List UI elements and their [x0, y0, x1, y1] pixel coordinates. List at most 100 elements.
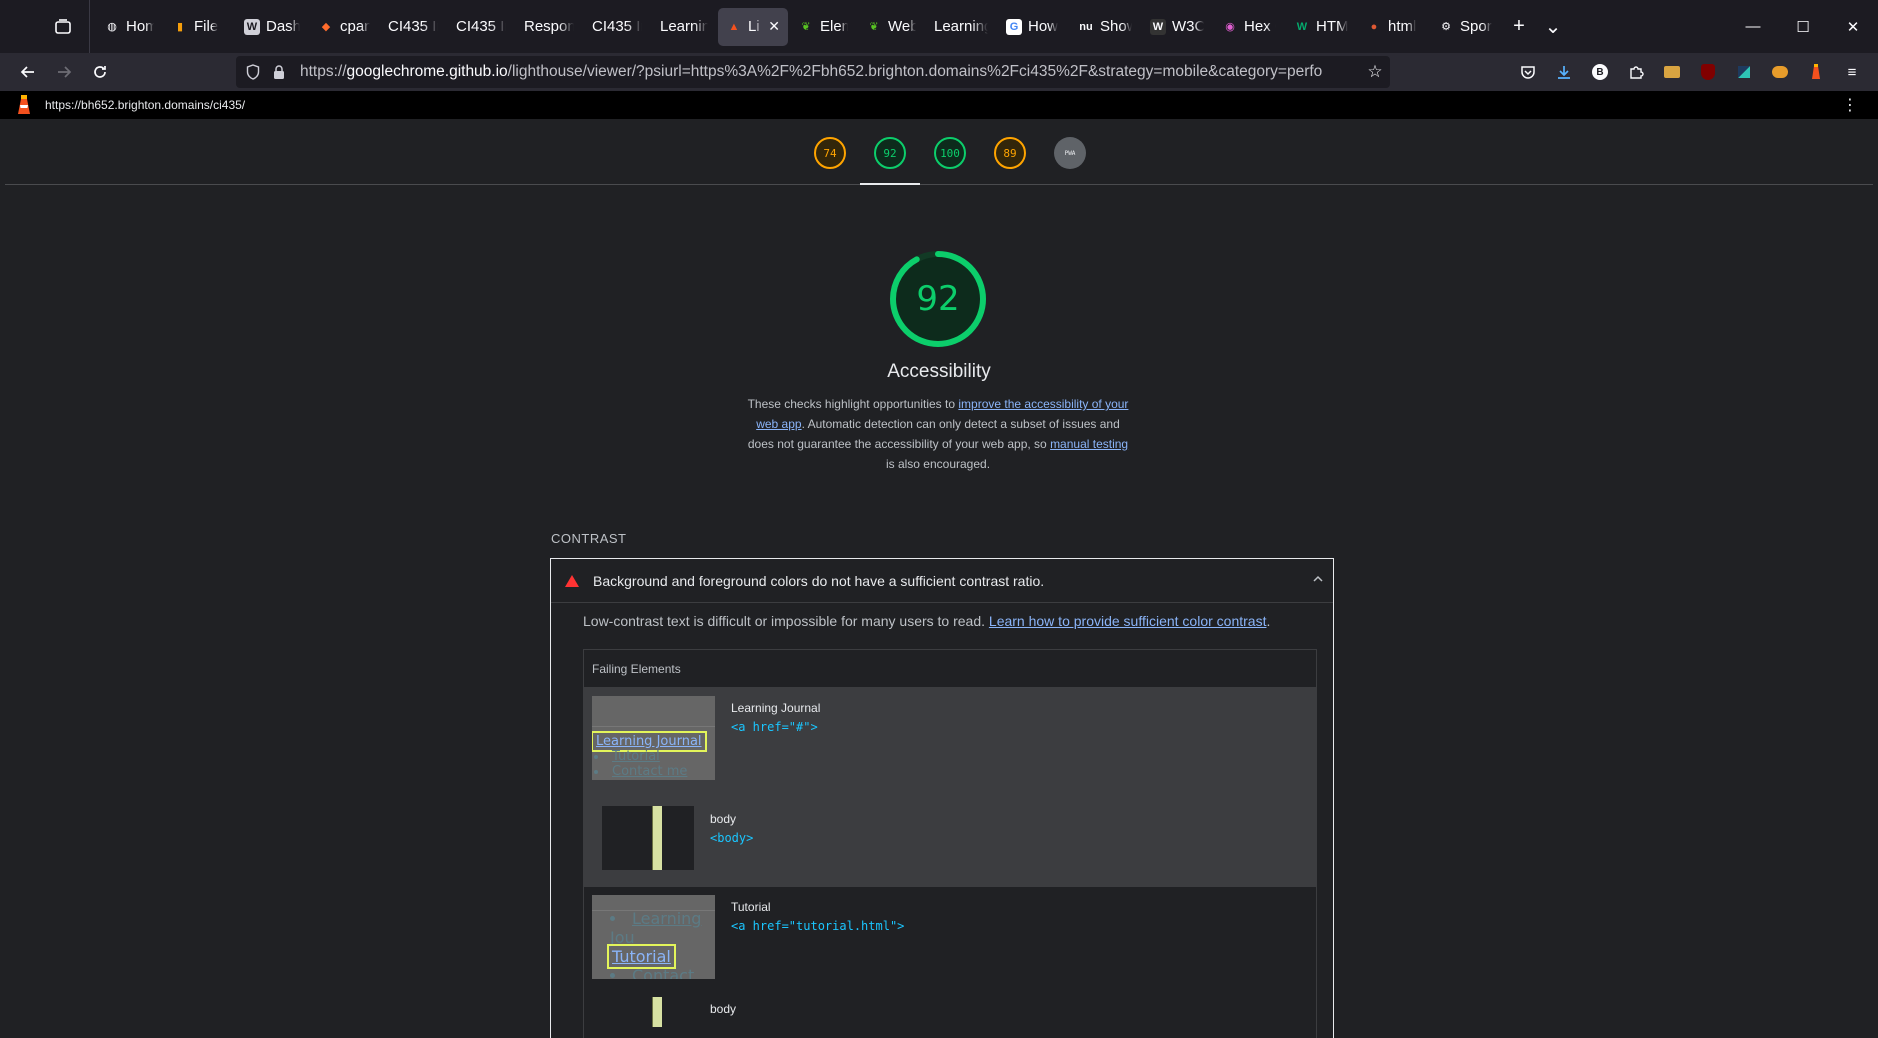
back-button[interactable]	[10, 56, 46, 88]
failing-elements-table: Failing Elements Learning Journal Tutori…	[583, 649, 1317, 1038]
tab-label: Lig	[748, 18, 760, 35]
forward-button[interactable]	[46, 56, 82, 88]
shield-icon[interactable]	[240, 64, 266, 80]
tab-11[interactable]: ❦ Web	[858, 8, 924, 46]
thumb-link: Learning Journal	[592, 731, 707, 752]
maximize-button[interactable]: ☐	[1778, 0, 1828, 53]
tab-9[interactable]: ▲ Lig ✕	[718, 7, 788, 46]
tab-label: Respons	[524, 18, 574, 35]
tab-label: Learning	[660, 18, 708, 35]
url-bar[interactable]: https://googlechrome.github.io/lighthous…	[236, 56, 1390, 88]
category-description: These checks highlight opportunities to …	[747, 397, 1129, 471]
accessibility-gauge: 92	[889, 250, 987, 348]
fail-triangle-icon	[565, 574, 579, 587]
lighthouse-ext-icon[interactable]	[1798, 56, 1834, 88]
leaf-icon: ❦	[869, 21, 879, 33]
tab-8[interactable]: Learning	[652, 8, 716, 46]
tab-label: Show	[1100, 18, 1132, 35]
tab-list: ◍ Home ▮ File W Dash ◆ cpan CI435 In CI435 In Resp…	[90, 0, 1502, 53]
manual-testing-link[interactable]: manual testing	[1050, 437, 1128, 451]
element-screenshot[interactable]: Learning Jou Tutorial Contact me	[592, 895, 715, 979]
new-tab-button[interactable]: +	[1502, 10, 1536, 44]
audit-header[interactable]: Background and foreground colors do not …	[551, 559, 1333, 603]
tab-6[interactable]: Respons	[516, 8, 582, 46]
tab-7[interactable]: CI435 In	[584, 8, 650, 46]
extension-orange-icon[interactable]	[1762, 56, 1798, 88]
table-header: Failing Elements	[584, 650, 1316, 688]
browser-tab-strip: ◍ Home ▮ File W Dash ◆ cpan CI435 In CI435 In Resp…	[0, 0, 1878, 53]
tab-18[interactable]: ● html	[1358, 8, 1428, 46]
report-menu-icon[interactable]: ⋮	[1842, 95, 1858, 115]
w3c-icon: W	[1150, 18, 1166, 35]
tab-5[interactable]: CI435 In	[448, 8, 514, 46]
tab-13[interactable]: G How	[998, 8, 1068, 46]
node-label: body	[710, 1002, 737, 1016]
category-gauge[interactable]: 100	[920, 137, 980, 185]
category-gauge[interactable]: 92	[860, 137, 920, 185]
account-icon[interactable]: B	[1582, 56, 1618, 88]
url-text[interactable]: https://googlechrome.github.io/lighthous…	[300, 63, 1360, 81]
w-icon: W	[1296, 20, 1308, 33]
gear-icon: ⚙	[1441, 21, 1451, 33]
extensions-puzzle-icon[interactable]	[1618, 56, 1654, 88]
gauge-score: 89	[994, 137, 1026, 169]
bookmark-star-icon[interactable]: ☆	[1360, 62, 1390, 82]
body-screenshot[interactable]	[602, 997, 694, 1027]
tab-10[interactable]: ❦ Elem	[790, 8, 856, 46]
gauge-score: 100	[934, 137, 966, 169]
accessibility-score: 92	[916, 279, 960, 319]
tab-2[interactable]: W Dash	[236, 8, 308, 46]
minimize-button[interactable]: —	[1728, 0, 1778, 53]
nu-icon: nu	[1079, 20, 1093, 33]
tab-17[interactable]: W HTML	[1286, 8, 1356, 46]
close-window-button[interactable]: ✕	[1828, 0, 1878, 53]
downloads-icon[interactable]	[1546, 56, 1582, 88]
thumb-link: Learning Jou	[610, 909, 715, 947]
chevron-up-icon[interactable]	[1313, 572, 1323, 586]
lock-icon[interactable]	[266, 64, 292, 80]
extension-stack-icon[interactable]	[1654, 56, 1690, 88]
audit-description: Low-contrast text is difficult or imposs…	[583, 613, 1271, 629]
thumb-link: Contact me	[594, 764, 704, 779]
node-snippet[interactable]: <body>	[710, 831, 753, 845]
lighthouse-logo-icon	[12, 93, 36, 117]
contrast-audit: Background and foreground colors do not …	[550, 558, 1334, 1038]
category-gauges: 74 92 100 89 PWA	[800, 137, 1100, 185]
tab-label: HTML	[1316, 18, 1348, 35]
tab-12[interactable]: Learning	[926, 8, 996, 46]
close-tab-icon[interactable]: ✕	[768, 18, 780, 35]
tab-14[interactable]: nu Show	[1070, 8, 1140, 46]
category-gauge[interactable]: 89	[980, 137, 1040, 185]
tab-label: Learning	[934, 18, 988, 35]
tab-4[interactable]: CI435 In	[380, 8, 446, 46]
report-url[interactable]: https://bh652.brighton.domains/ci435/	[45, 98, 245, 112]
tab-3[interactable]: ◆ cpan	[310, 8, 378, 46]
pocket-icon[interactable]	[1510, 56, 1546, 88]
list-all-tabs-button[interactable]: ⌄	[1536, 10, 1570, 44]
tab-16[interactable]: ◉ Hex C	[1214, 8, 1284, 46]
node-snippet[interactable]: <a href="#">	[731, 720, 818, 734]
color-picker-icon[interactable]	[1726, 56, 1762, 88]
tab-1[interactable]: ▮ File	[164, 8, 234, 46]
reload-button[interactable]	[82, 56, 118, 88]
tab-label: Sport	[1460, 18, 1492, 35]
globe-icon: ◍	[107, 21, 117, 33]
tab-15[interactable]: W W3C	[1142, 8, 1212, 46]
category-gauge[interactable]: 74	[800, 137, 860, 185]
google-icon: G	[1006, 18, 1022, 35]
category-gauge[interactable]: PWA	[1040, 137, 1100, 185]
leaf-icon: ❦	[801, 21, 811, 33]
audit-title: Background and foreground colors do not …	[593, 572, 1045, 589]
tab-overview-button[interactable]	[36, 0, 90, 53]
gauge-score: PWA	[1054, 137, 1086, 169]
ublock-icon[interactable]	[1690, 56, 1726, 88]
contrast-learn-link[interactable]: Learn how to provide sufficient color co…	[989, 613, 1267, 629]
tab-19[interactable]: ⚙ Sport	[1430, 8, 1500, 46]
node-snippet[interactable]: <a href="tutorial.html">	[731, 919, 904, 933]
tab-label: html	[1388, 18, 1417, 35]
node-label: Learning Journal	[731, 701, 821, 715]
body-screenshot[interactable]	[602, 806, 694, 870]
element-screenshot[interactable]: Learning Journal Tutorial Contact me	[592, 696, 715, 780]
app-menu-icon[interactable]: ≡	[1834, 56, 1870, 88]
tab-0[interactable]: ◍ Home	[96, 8, 162, 46]
